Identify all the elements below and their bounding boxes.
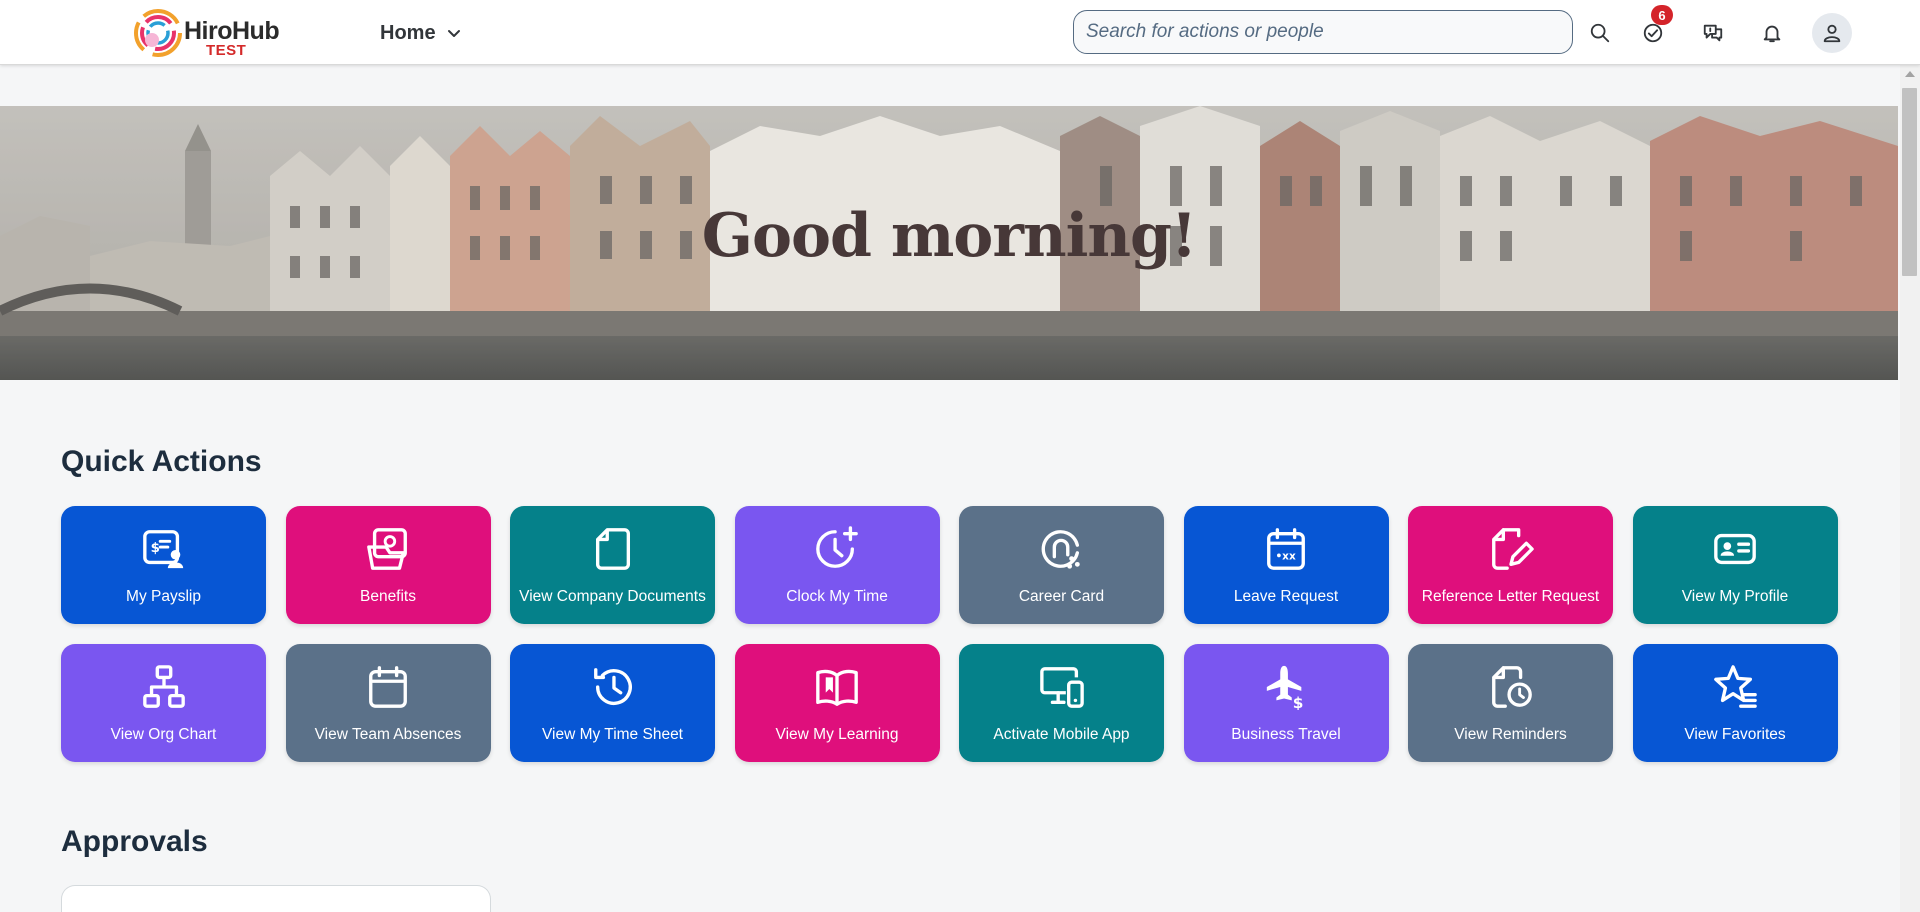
tile-view-org-chart[interactable]: View Org Chart <box>61 644 266 762</box>
search-icon <box>1590 23 1610 43</box>
chevron-down-icon <box>447 30 460 37</box>
tile-label: View Team Absences <box>314 726 462 743</box>
tile-label: View Company Documents <box>519 588 706 605</box>
greeting-text: Good morning! <box>701 201 1198 271</box>
tile-view-reminders[interactable]: View Reminders <box>1408 644 1613 762</box>
search-button[interactable] <box>1580 13 1620 53</box>
tile-view-favorites[interactable]: View Favorites <box>1632 644 1838 762</box>
benefits-icon <box>367 528 407 570</box>
clock-add-icon <box>816 526 858 568</box>
tile-career-card[interactable]: Career Card <box>959 506 1164 624</box>
edit-document-icon <box>1491 528 1534 570</box>
payslip-icon: $ <box>142 530 183 569</box>
tile-label: Leave Request <box>1233 588 1339 605</box>
tile-clock-my-time[interactable]: Clock My Time <box>734 506 940 624</box>
approvals-title: Approvals <box>61 825 208 858</box>
notifications-button[interactable] <box>1752 13 1792 53</box>
page-content: Good morning! Quick Actions $ My Payslip… <box>0 65 1900 912</box>
open-book-icon <box>816 669 858 706</box>
scroll-up-arrow-icon[interactable] <box>1905 71 1915 77</box>
id-card-icon <box>1714 533 1756 565</box>
tile-label: View Reminders <box>1454 726 1567 743</box>
search-input[interactable] <box>1074 11 1572 53</box>
star-list-icon <box>1714 665 1757 708</box>
tile-view-my-learning[interactable]: View My Learning <box>734 644 940 762</box>
user-avatar[interactable] <box>1812 13 1852 53</box>
task-check-icon <box>1643 23 1663 43</box>
logo-environment: TEST <box>206 42 247 59</box>
tile-label: My Payslip <box>126 588 201 605</box>
scrollbar-thumb[interactable] <box>1902 88 1917 276</box>
tile-view-my-time-sheet[interactable]: View My Time Sheet <box>510 644 715 762</box>
logo-mark-icon <box>134 9 182 57</box>
tile-label: View My Profile <box>1681 588 1789 605</box>
calendar-icon: •xx <box>1267 528 1305 570</box>
career-card-icon <box>1041 530 1080 569</box>
history-icon <box>593 668 632 705</box>
tasks-count-badge: 6 <box>1651 5 1673 25</box>
tile-activate-mobile-app[interactable]: Activate Mobile App <box>959 644 1164 762</box>
greeting-banner: Good morning! <box>0 106 1898 380</box>
document-clock-icon <box>1491 666 1532 708</box>
svg-text:$: $ <box>1293 694 1304 710</box>
tile-benefits[interactable]: Benefits <box>285 506 491 624</box>
company-logo[interactable]: HiroHub TEST <box>132 7 282 59</box>
tile-label: Reference Letter Request <box>1421 588 1600 605</box>
tile-reference-letter-request[interactable]: Reference Letter Request <box>1408 506 1613 624</box>
feedback-icon <box>1703 24 1723 42</box>
tile-view-team-absences[interactable]: View Team Absences <box>285 644 491 762</box>
home-nav-label: Home <box>380 21 436 44</box>
my-tasks-button[interactable]: 6 <box>1633 5 1673 53</box>
user-icon <box>1823 24 1841 43</box>
tile-label: Benefits <box>359 588 416 605</box>
tile-label: View My Learning <box>775 726 899 743</box>
approvals-card[interactable] <box>61 885 491 912</box>
quick-actions-title: Quick Actions <box>61 445 262 478</box>
bell-icon <box>1763 25 1781 43</box>
tile-business-travel[interactable]: $ Business Travel <box>1183 644 1389 762</box>
devices-icon <box>1039 667 1084 708</box>
tile-view-company-documents[interactable]: View Company Documents <box>510 506 715 624</box>
tile-label: View My Time Sheet <box>542 726 683 743</box>
svg-text:$: $ <box>150 541 159 556</box>
tile-my-payslip[interactable]: $ My Payslip <box>61 506 266 624</box>
tile-label: Activate Mobile App <box>993 726 1130 743</box>
global-search[interactable] <box>1073 10 1573 54</box>
tile-label: Career Card <box>1018 588 1105 605</box>
plane-dollar-icon: $ <box>1266 665 1304 710</box>
tile-label: Business Travel <box>1231 726 1341 743</box>
home-nav-menu[interactable]: Home <box>372 17 470 49</box>
tile-leave-request[interactable]: •xx Leave Request <box>1183 506 1389 624</box>
tile-label: View Org Chart <box>110 726 217 743</box>
org-chart-icon <box>142 665 185 708</box>
svg-text:•xx: •xx <box>1275 551 1296 563</box>
tile-label: Clock My Time <box>786 588 888 605</box>
calendar-blank-icon <box>369 666 407 708</box>
document-icon <box>595 528 630 570</box>
tile-view-my-profile[interactable]: View My Profile <box>1632 506 1838 624</box>
feedback-button[interactable] <box>1693 13 1733 53</box>
tile-label: View Favorites <box>1684 726 1786 743</box>
quick-actions-grid: $ My Payslip Benefits View Company Docum… <box>61 506 1839 762</box>
shell-bar: HiroHub TEST Home 6 <box>0 0 1920 65</box>
